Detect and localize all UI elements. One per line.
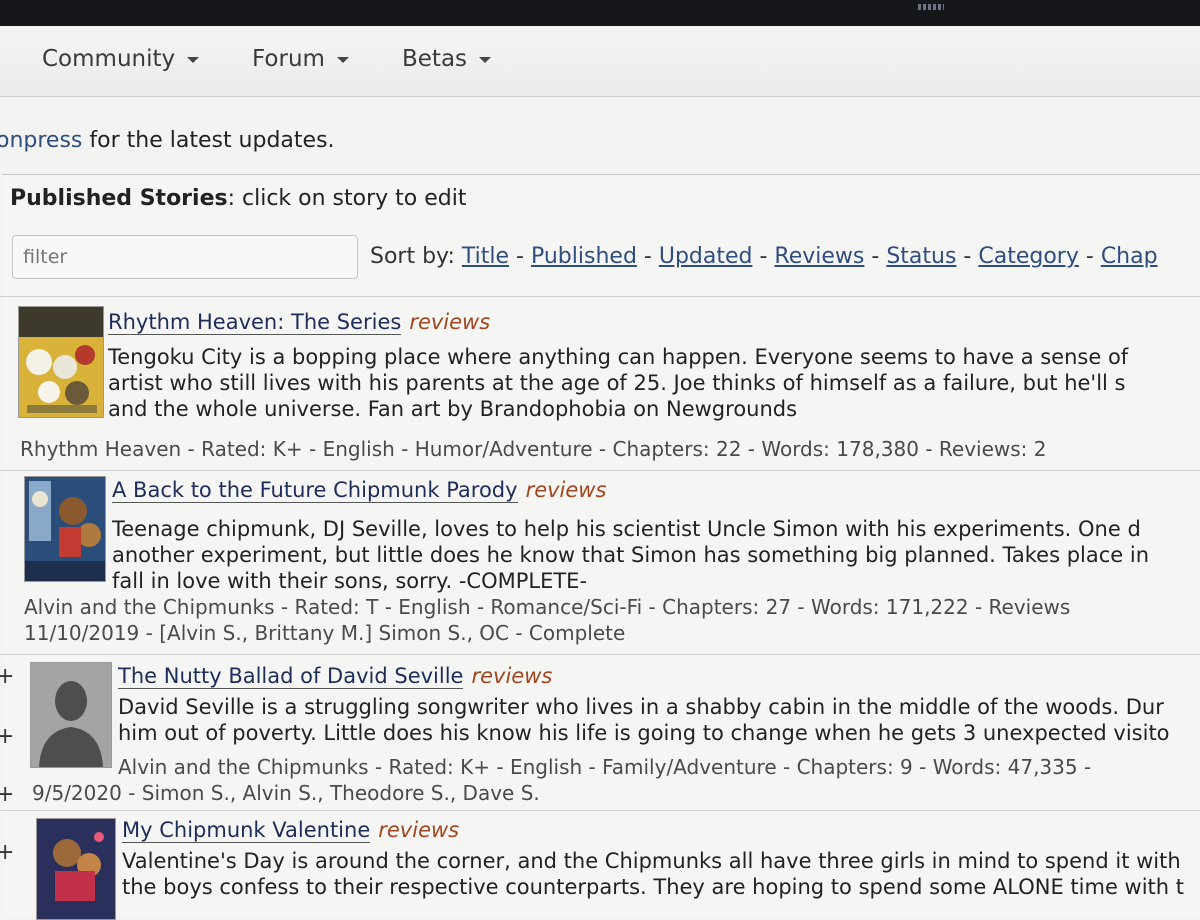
nav-forum[interactable]: Forum: [252, 46, 349, 72]
sort-updated[interactable]: Updated: [659, 244, 753, 269]
default-avatar-image: [30, 662, 112, 768]
top-navbar: Community Forum Betas: [0, 26, 1200, 97]
nav-betas-label: Betas: [402, 46, 468, 72]
summary-line: Tengoku City is a bopping place where an…: [108, 345, 1129, 369]
divider: [0, 654, 1200, 655]
story-title[interactable]: Rhythm Heaven: The Series reviews: [108, 310, 490, 335]
divider: [0, 810, 1200, 811]
filter-input[interactable]: [12, 235, 358, 279]
nav-betas[interactable]: Betas: [402, 46, 492, 72]
published-stories-header: Published Stories: click on story to edi…: [10, 186, 466, 211]
nav-community-label: Community: [42, 46, 176, 72]
story-summary: Tengoku City is a bopping place where an…: [108, 344, 1128, 422]
story-summary: Teenage chipmunk, DJ Seville, loves to h…: [112, 516, 1149, 594]
expand-plus-icon[interactable]: +: [0, 664, 14, 689]
story-title-text[interactable]: My Chipmunk Valentine: [122, 818, 371, 843]
story-reviews-link[interactable]: reviews: [378, 818, 459, 842]
sort-category[interactable]: Category: [978, 244, 1079, 269]
story-cover-image: [36, 818, 116, 920]
story-title[interactable]: A Back to the Future Chipmunk Parody revi…: [112, 478, 607, 503]
meta-line: Rhythm Heaven - Rated: K+ - English - Hu…: [20, 437, 1047, 461]
sort-label: Sort by:: [370, 244, 462, 269]
summary-line: the boys confess to their respective cou…: [122, 875, 1184, 899]
summary-line: fall in love with their sons, sorry. -CO…: [112, 569, 588, 593]
sort-status[interactable]: Status: [886, 244, 956, 269]
expand-plus-icon[interactable]: +: [0, 840, 14, 865]
story-cover-image: [24, 476, 106, 582]
story-reviews-link[interactable]: reviews: [471, 664, 552, 688]
sort-bar: Sort by: Title - Published - Updated - R…: [370, 244, 1158, 269]
expand-plus-icon[interactable]: +: [0, 782, 14, 807]
meta-line: Alvin and the Chipmunks - Rated: K+ - En…: [118, 755, 1092, 779]
sort-reviews[interactable]: Reviews: [774, 244, 864, 269]
divider: [0, 470, 1200, 471]
meta-line: Alvin and the Chipmunks - Rated: T - Eng…: [24, 595, 1071, 619]
published-stories-label: Published Stories: [10, 186, 228, 211]
summary-line: him out of poverty. Little does his know…: [118, 721, 1170, 745]
caret-down-icon: [187, 56, 200, 63]
caret-down-icon: [336, 56, 349, 63]
summary-line: and the whole universe. Fan art by Brand…: [108, 397, 798, 421]
meta-line: 11/10/2019 - [Alvin S., Brittany M.] Sim…: [24, 621, 626, 645]
speaker-grille: [918, 4, 944, 10]
nav-forum-label: Forum: [252, 46, 325, 72]
story-meta: Alvin and the Chipmunks - Rated: T - Eng…: [24, 594, 1070, 646]
published-stories-hint: : click on story to edit: [227, 186, 467, 211]
screen-bezel: [0, 0, 1200, 26]
story-meta: Alvin and the Chipmunks - Rated: K+ - En…: [32, 754, 1091, 806]
sort-chapters[interactable]: Chap: [1101, 244, 1158, 269]
divider: [0, 296, 1200, 297]
summary-line: Valentine's Day is around the corner, an…: [122, 849, 1181, 873]
sort-published[interactable]: Published: [531, 244, 637, 269]
updates-link[interactable]: onpress: [0, 128, 82, 153]
story-summary: Valentine's Day is around the corner, an…: [122, 848, 1184, 900]
updates-notice: onpress for the latest updates.: [0, 128, 335, 153]
story-title-text[interactable]: A Back to the Future Chipmunk Parody: [112, 478, 518, 503]
story-reviews-link[interactable]: reviews: [526, 478, 607, 502]
story-title-text[interactable]: Rhythm Heaven: The Series: [108, 310, 402, 335]
story-title-text[interactable]: The Nutty Ballad of David Seville: [118, 664, 464, 689]
story-meta: Rhythm Heaven - Rated: K+ - English - Hu…: [20, 436, 1047, 462]
nav-community[interactable]: Community: [42, 46, 200, 72]
story-title[interactable]: The Nutty Ballad of David Seville reviews: [118, 664, 552, 689]
story-title[interactable]: My Chipmunk Valentine reviews: [122, 818, 459, 843]
summary-line: David Seville is a struggling songwriter…: [118, 695, 1164, 719]
caret-down-icon: [479, 56, 492, 63]
summary-line: Teenage chipmunk, DJ Seville, loves to h…: [112, 517, 1141, 541]
story-reviews-link[interactable]: reviews: [409, 310, 490, 334]
expand-plus-icon[interactable]: +: [0, 724, 14, 749]
meta-line: 9/5/2020 - Simon S., Alvin S., Theodore …: [32, 781, 540, 805]
story-cover-image: [18, 306, 104, 418]
updates-notice-text: for the latest updates.: [82, 128, 335, 153]
story-summary: David Seville is a struggling songwriter…: [118, 694, 1170, 746]
sort-title[interactable]: Title: [462, 244, 509, 269]
summary-line: another experiment, but little does he k…: [112, 543, 1150, 567]
summary-line: artist who still lives with his parents …: [108, 371, 1126, 395]
